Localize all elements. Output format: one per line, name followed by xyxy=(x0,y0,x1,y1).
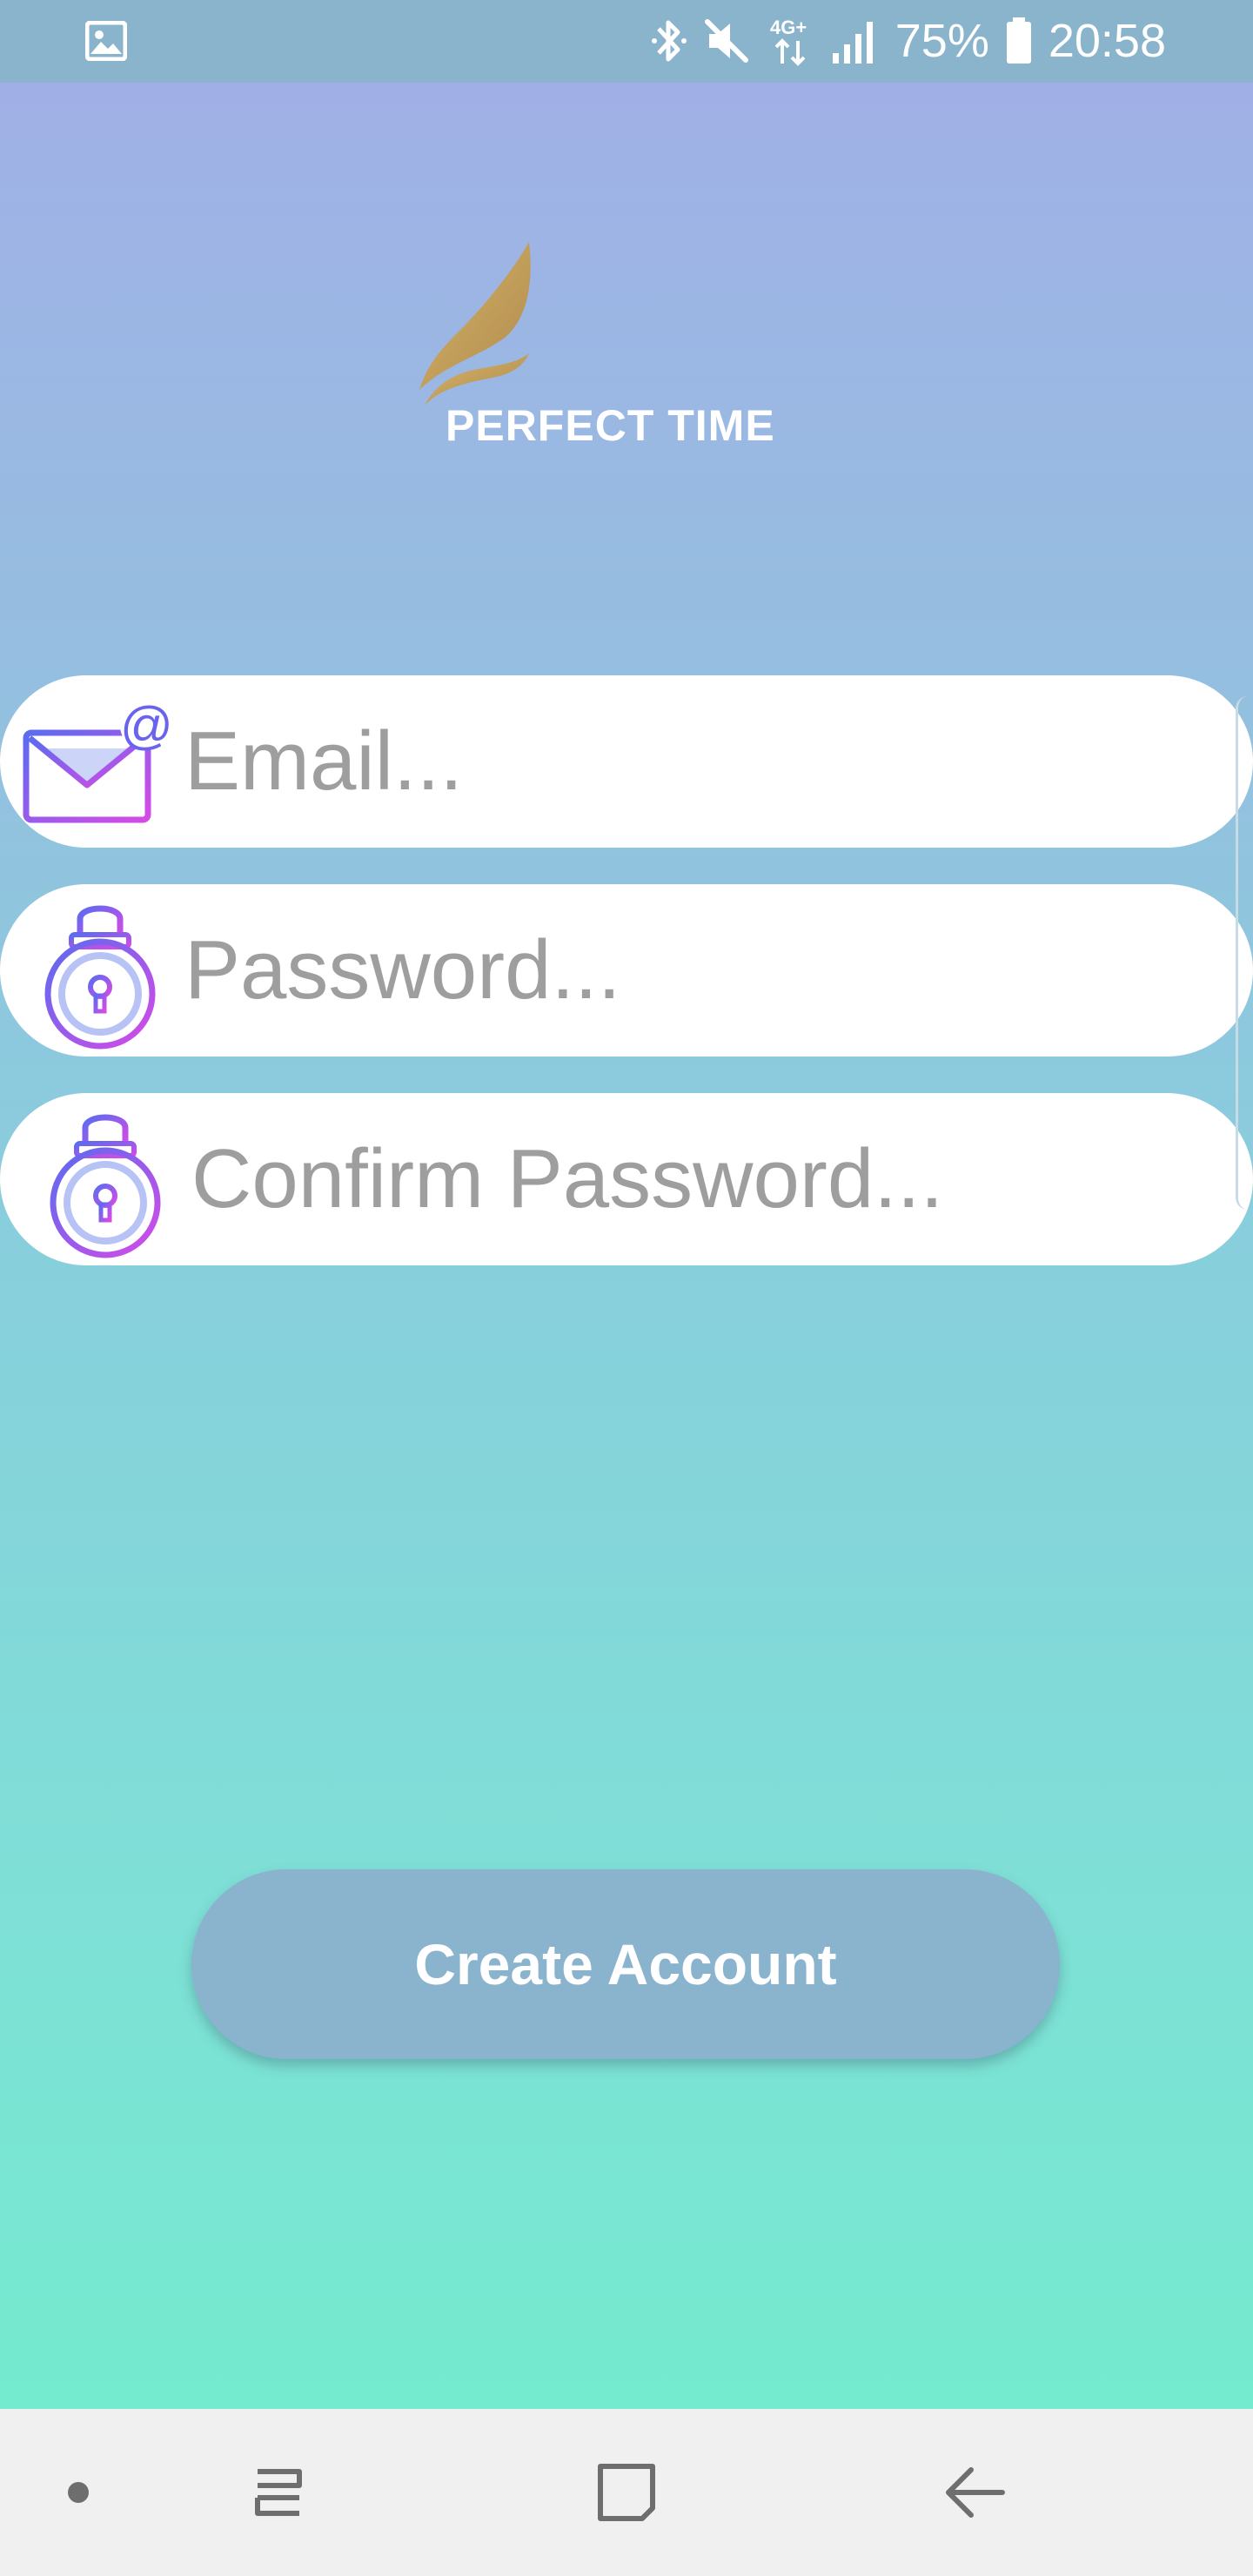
email-input[interactable]: Email... xyxy=(184,675,463,848)
home-button[interactable] xyxy=(574,2409,679,2576)
lock-icon xyxy=(50,1114,161,1258)
recent-apps-icon xyxy=(255,2469,302,2516)
brand-name: PERFECT TIME xyxy=(446,401,775,450)
scrollbar[interactable] xyxy=(1236,696,1253,1210)
email-field[interactable]: @ Email... xyxy=(0,675,1253,848)
svg-text:@: @ xyxy=(120,698,173,755)
dot-icon xyxy=(68,2482,89,2503)
password-input[interactable]: Password... xyxy=(184,884,621,1057)
battery-icon xyxy=(1006,17,1031,64)
clock: 20:58 xyxy=(1048,15,1166,67)
status-icons: 4G+ 75% 20:58 xyxy=(651,12,1166,70)
home-icon xyxy=(598,2464,655,2521)
gallery-icon xyxy=(85,21,127,61)
confirm-password-input[interactable]: Confirm Password... xyxy=(191,1093,943,1265)
back-button[interactable] xyxy=(922,2409,1027,2576)
app-logo: PERFECT TIME xyxy=(409,235,818,461)
confirm-password-field[interactable]: Confirm Password... xyxy=(0,1093,1253,1265)
wing-logo-icon xyxy=(419,242,531,406)
create-account-button[interactable]: Create Account xyxy=(191,1869,1060,2059)
battery-percent: 75% xyxy=(895,15,989,67)
recent-apps-button[interactable] xyxy=(226,2409,331,2576)
dot-button[interactable] xyxy=(52,2409,104,2576)
lock-icon xyxy=(44,905,156,1050)
signal-icon xyxy=(832,22,873,64)
mute-icon xyxy=(704,19,748,63)
bluetooth-icon xyxy=(651,20,687,62)
network-label: 4G+ xyxy=(770,17,807,38)
email-icon: @ xyxy=(23,698,173,823)
back-icon xyxy=(946,2467,1005,2518)
network-4g-icon: 4G+ xyxy=(770,17,807,66)
navigation-bar xyxy=(0,2409,1253,2576)
status-bar: 4G+ 75% 20:58 xyxy=(0,0,1253,83)
password-field[interactable]: Password... xyxy=(0,884,1253,1057)
